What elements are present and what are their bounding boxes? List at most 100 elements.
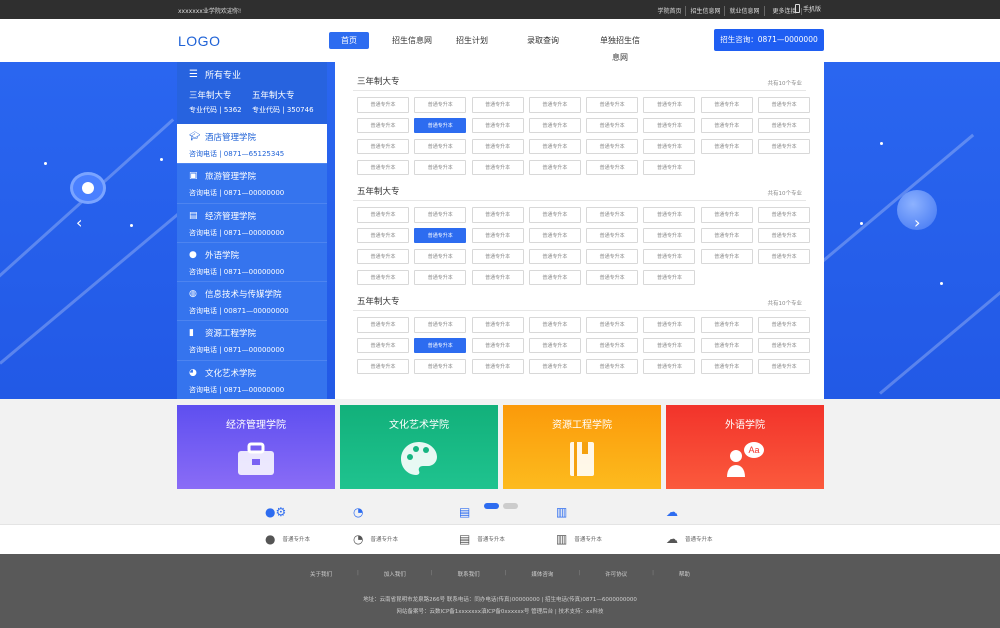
nav-admission-info[interactable]: 招生信息网: [369, 32, 455, 49]
major-tag[interactable]: 普通专升本: [643, 248, 696, 265]
cloud-icon[interactable]: ☁: [666, 505, 678, 519]
sidebar-item-tourism[interactable]: ▣ 旅游管理学院 咨询电话 | 0871—00000000: [177, 163, 327, 202]
sidebar-item-resource-eng[interactable]: ▮ 资源工程学院 咨询电话 | 0871—00000000: [177, 320, 327, 359]
major-tag[interactable]: 普通专升本: [471, 317, 524, 333]
major-tag[interactable]: 普通专升本: [586, 248, 639, 265]
pie-chart-icon[interactable]: ◔: [353, 505, 363, 519]
major-tag[interactable]: 普通专升本: [357, 248, 409, 265]
major-tag[interactable]: 普通专升本: [700, 227, 753, 244]
quick-link[interactable]: ▥ 普通专升本: [556, 532, 602, 546]
major-tag[interactable]: 普通专升本: [643, 117, 696, 134]
mobile-version-link[interactable]: 手机版: [795, 4, 821, 13]
major-tag[interactable]: 普通专升本: [357, 117, 409, 134]
major-tag[interactable]: 普通专升本: [414, 207, 467, 223]
major-tag[interactable]: 普通专升本: [357, 97, 409, 113]
major-tag[interactable]: 普通专升本: [528, 358, 581, 375]
sidebar-item-it-media[interactable]: ◍ 信息技术与传媒学院 咨询电话 | 00871—00000000: [177, 281, 327, 320]
footer-link-license[interactable]: 许可协议: [605, 570, 627, 578]
top-link-college-home[interactable]: 学院首页: [653, 6, 687, 16]
quick-link[interactable]: ◔ 普通专升本: [353, 532, 398, 546]
major-tag[interactable]: 普通专升本: [758, 138, 811, 155]
quick-link[interactable]: ▤ 普通专升本: [459, 532, 505, 546]
major-tag[interactable]: 普通专升本: [758, 248, 811, 265]
major-tag[interactable]: 普通专升本: [357, 317, 409, 333]
card-economics[interactable]: 经济管理学院: [177, 405, 335, 489]
id-card-icon[interactable]: ▤: [459, 505, 470, 519]
major-tag[interactable]: 普通专升本: [357, 337, 409, 354]
major-tag[interactable]: 普通专升本: [471, 337, 524, 354]
major-tag[interactable]: 普通专升本: [586, 227, 639, 244]
major-tag[interactable]: 普通专升本: [643, 138, 696, 155]
major-tag[interactable]: 普通专升本: [357, 227, 409, 244]
major-tag[interactable]: 普通专升本: [471, 138, 524, 155]
card-foreign-lang[interactable]: 外语学院 Aa: [666, 405, 824, 489]
major-tag[interactable]: 普通专升本: [528, 117, 581, 134]
major-tag[interactable]: 普通专升本: [643, 317, 696, 333]
major-tag[interactable]: 普通专升本: [471, 117, 524, 134]
major-tag[interactable]: 普通专升本: [528, 227, 581, 244]
major-tag[interactable]: 普通专升本: [643, 227, 696, 244]
top-link-employment[interactable]: 就业信息网: [725, 6, 765, 16]
sidebar-item-hotel[interactable]: 🎓︎ 酒店管理学院 咨询电话 | 0871—65125345: [177, 124, 327, 164]
carousel-next-arrow[interactable]: ›: [914, 213, 920, 232]
footer-link-join[interactable]: 加入我们: [384, 570, 406, 578]
major-tag[interactable]: 普通专升本: [758, 337, 811, 354]
nav-home[interactable]: 首页: [329, 32, 369, 49]
major-tag[interactable]: 普通专升本: [357, 138, 409, 155]
major-tag[interactable]: 普通专升本: [758, 117, 811, 134]
major-tag[interactable]: 普通专升本: [414, 358, 467, 375]
major-tag[interactable]: 普通专升本: [586, 317, 639, 333]
major-tag[interactable]: 普通专升本: [471, 358, 524, 375]
nav-admission-query[interactable]: 录取查询: [489, 32, 597, 49]
major-tag[interactable]: 普通专升本: [471, 207, 524, 223]
major-tag[interactable]: 普通专升本: [586, 358, 639, 375]
major-tag[interactable]: 普通专升本: [414, 138, 467, 155]
sidebar-item-economics[interactable]: ▤ 经济管理学院 咨询电话 | 0871—00000000: [177, 202, 327, 242]
major-tag[interactable]: 普通专升本: [643, 97, 696, 113]
card-culture-art[interactable]: 文化艺术学院: [340, 405, 498, 489]
major-tag[interactable]: 普通专升本: [758, 97, 811, 113]
top-link-admission[interactable]: 招生信息网: [686, 6, 726, 16]
nav-enrollment-plan[interactable]: 招生计划: [455, 32, 489, 49]
major-tag[interactable]: 普通专升本: [414, 227, 467, 244]
major-tag[interactable]: 普通专升本: [758, 358, 811, 375]
carousel-prev-arrow[interactable]: ‹: [76, 213, 82, 232]
major-tag[interactable]: 普通专升本: [357, 358, 409, 375]
logo[interactable]: LOGO: [178, 33, 220, 49]
quick-link[interactable]: ☁ 普通专升本: [666, 532, 713, 546]
major-tag[interactable]: 普通专升本: [758, 207, 811, 223]
major-tag[interactable]: 普通专升本: [528, 138, 581, 155]
footer-link-about[interactable]: 关于我们: [310, 570, 332, 578]
major-tag[interactable]: 普通专升本: [586, 337, 639, 354]
major-tag[interactable]: 普通专升本: [700, 138, 753, 155]
major-tag[interactable]: 普通专升本: [643, 207, 696, 223]
footer-link-help[interactable]: 帮助: [679, 570, 690, 578]
major-tag[interactable]: 普通专升本: [357, 207, 409, 223]
major-tag[interactable]: 普通专升本: [700, 337, 753, 354]
major-tag[interactable]: 普通专升本: [700, 117, 753, 134]
major-tag[interactable]: 普通专升本: [700, 207, 753, 223]
major-tag[interactable]: 普通专升本: [700, 248, 753, 265]
user-gear-icon[interactable]: ●⚙: [265, 505, 286, 519]
major-tag[interactable]: 普通专升本: [643, 337, 696, 354]
sidebar-item-culture-art[interactable]: ◕ 文化艺术学院 咨询电话 | 0871—00000000: [177, 359, 327, 399]
major-tag[interactable]: 普通专升本: [528, 97, 581, 113]
major-tag[interactable]: 普通专升本: [414, 117, 467, 134]
major-tag[interactable]: 普通专升本: [471, 97, 524, 113]
major-tag[interactable]: 普通专升本: [528, 248, 581, 265]
hotline-button[interactable]: 招生咨询：0871—0000000: [714, 29, 824, 51]
major-tag[interactable]: 普通专升本: [758, 317, 811, 333]
major-tag[interactable]: 普通专升本: [700, 317, 753, 333]
major-tag[interactable]: 普通专升本: [414, 317, 467, 333]
all-majors-block[interactable]: ☰ 所有专业 三年制大专 五年制大专 专业代码 | 5362 专业代码 | 350…: [177, 62, 327, 124]
major-tag[interactable]: 普通专升本: [471, 248, 524, 265]
major-tag[interactable]: 普通专升本: [586, 207, 639, 223]
quick-link[interactable]: ● 普通专升本: [265, 532, 310, 546]
bar-chart-icon[interactable]: ▥: [556, 505, 567, 519]
major-tag[interactable]: 普通专升本: [528, 207, 581, 223]
sidebar-item-foreign-lang[interactable]: ● 外语学院 咨询电话 | 0871—00000000: [177, 241, 327, 281]
major-tag[interactable]: 普通专升本: [700, 97, 753, 113]
major-tag[interactable]: 普通专升本: [414, 97, 467, 113]
major-tag[interactable]: 普通专升本: [586, 97, 639, 113]
nav-independent-admission[interactable]: 单独招生信息网: [597, 32, 643, 62]
